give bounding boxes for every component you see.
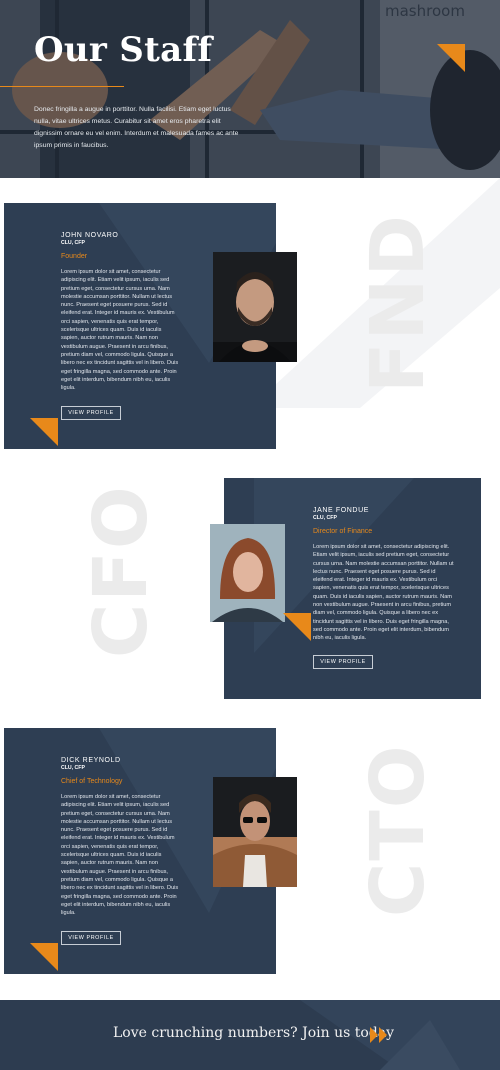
join-us-link[interactable]: Love crunching numbers? Join us today xyxy=(113,1025,394,1041)
view-profile-button[interactable]: VIEW PROFILE xyxy=(61,931,121,945)
ghost-label-fnd: FND xyxy=(355,213,441,393)
staff-photo-john-novaro xyxy=(213,252,297,362)
orange-corner-accent xyxy=(283,613,311,641)
staff-name: JOHN NOVARO xyxy=(61,232,119,239)
staff-credentials: CLU, CFP xyxy=(61,240,85,246)
join-us-banner: Love crunching numbers? Join us today xyxy=(0,1000,500,1070)
staff-photo-jane-fondue xyxy=(210,524,285,622)
staff-credentials: CLU, CFP xyxy=(61,765,85,771)
staff-role: Chief of Technology xyxy=(61,778,123,785)
orange-corner-accent xyxy=(30,943,58,971)
staff-name: JANE FONDUE xyxy=(313,507,369,514)
page-title: Our Staff xyxy=(34,30,213,70)
staff-photo-dick-reynold xyxy=(213,777,297,887)
orange-corner-accent xyxy=(30,418,58,446)
ghost-label-cto: CTO xyxy=(355,743,441,917)
staff-credentials: CLU, CFP xyxy=(313,515,337,521)
title-underline xyxy=(0,86,124,87)
hero-banner: mashroom Our Staff Donec fringilla a aug… xyxy=(0,0,500,178)
staff-bio: Lorem ipsum dolor sit amet, consectetur … xyxy=(61,794,179,917)
man-sunglasses-portrait-icon xyxy=(213,777,297,887)
staff-name: DICK REYNOLD xyxy=(61,757,121,764)
staff-role: Founder xyxy=(61,253,88,260)
double-chevron-right-icon[interactable] xyxy=(370,1027,388,1043)
view-profile-button[interactable]: VIEW PROFILE xyxy=(313,655,373,669)
ghost-label-cfo: CFO xyxy=(78,484,164,658)
staff-bio: Lorem ipsum dolor sit amet, consectetur … xyxy=(61,269,179,392)
view-profile-button[interactable]: VIEW PROFILE xyxy=(61,406,121,420)
staff-role: Director of Finance xyxy=(313,528,373,535)
staff-bio: Lorem ipsum dolor sit amet, consectetur … xyxy=(313,544,454,642)
woman-portrait-icon xyxy=(210,524,285,622)
hero-intro-text: Donec fringilla a augue in porttitor. Nu… xyxy=(34,106,239,149)
man-portrait-icon xyxy=(213,252,297,362)
orange-triangle-accent xyxy=(437,44,465,72)
